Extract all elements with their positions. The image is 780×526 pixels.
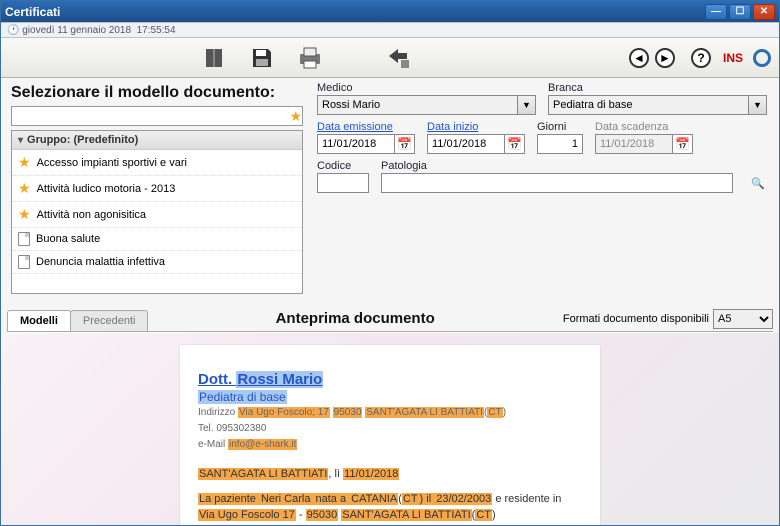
form-panel: Medico ▼ Branca ▼ <box>307 82 773 294</box>
status-ring-icon[interactable] <box>753 49 771 67</box>
toolbar: ◄ ► ? INS <box>1 38 779 78</box>
model-group-header[interactable]: Gruppo: (Predefinito) <box>12 131 302 150</box>
list-item-label: Attività ludico motoria - 2013 <box>37 183 176 195</box>
chevron-down-icon[interactable]: ▼ <box>518 95 536 115</box>
preview-area[interactable]: Dott. Rossi Mario Pediatra di base Indir… <box>1 333 779 525</box>
codice-label: Codice <box>317 160 369 172</box>
model-search[interactable]: ★ <box>11 106 303 126</box>
scadenza-label: Data scadenza <box>595 121 693 133</box>
book-icon[interactable] <box>201 45 227 71</box>
model-item[interactable]: Denuncia malattia infettiva <box>12 251 302 274</box>
codice-input[interactable] <box>317 173 369 193</box>
list-item-label: Buona salute <box>36 233 100 245</box>
status-bar: 🕐 giovedì 11 gennaio 2018 17:55:54 <box>1 22 779 38</box>
list-item-label: Attività non agonisitica <box>37 209 146 221</box>
model-item[interactable]: ★ Attività non agonisitica <box>12 202 302 228</box>
branca-input[interactable] <box>548 95 749 115</box>
tab-modelli[interactable]: Modelli <box>7 310 71 331</box>
document-icon <box>18 255 30 269</box>
model-list[interactable]: Gruppo: (Predefinito) ★ Accesso impianti … <box>11 130 303 294</box>
document-icon <box>18 232 30 246</box>
model-search-input[interactable] <box>12 110 289 122</box>
chevron-down-icon[interactable]: ▼ <box>749 95 767 115</box>
star-icon: ★ <box>18 180 31 197</box>
medico-label: Medico <box>317 82 536 94</box>
emissione-label[interactable]: Data emissione <box>317 121 415 133</box>
branca-combo[interactable]: ▼ <box>548 95 767 115</box>
medico-input[interactable] <box>317 95 518 115</box>
emissione-input[interactable] <box>317 134 395 154</box>
calendar-icon[interactable]: 📅 <box>395 134 415 154</box>
help-button[interactable]: ? <box>691 48 711 68</box>
medico-combo[interactable]: ▼ <box>317 95 536 115</box>
list-item-label: Denuncia malattia infettiva <box>36 256 165 268</box>
model-item[interactable]: ★ Accesso impianti sportivi e vari <box>12 150 302 176</box>
export-icon[interactable] <box>385 45 411 71</box>
window-title: Certificati <box>5 5 60 19</box>
minimize-button[interactable]: — <box>705 4 727 20</box>
insert-mode-indicator: INS <box>723 51 743 65</box>
search-icon[interactable]: 🔍 <box>749 174 767 192</box>
inizio-label[interactable]: Data inizio <box>427 121 525 133</box>
model-item[interactable]: ★ Attività ludico motoria - 2013 <box>12 176 302 202</box>
giorni-input[interactable] <box>537 134 583 154</box>
patologia-label: Patologia <box>381 160 733 172</box>
star-icon: ★ <box>18 206 31 223</box>
star-icon[interactable]: ★ <box>289 108 302 125</box>
title-bar: Certificati — ☐ ✕ <box>1 1 779 22</box>
maximize-button[interactable]: ☐ <box>729 4 751 20</box>
nav-forward-button[interactable]: ► <box>655 48 675 68</box>
nav-back-button[interactable]: ◄ <box>629 48 649 68</box>
preview-title: Anteprima documento <box>147 310 562 327</box>
status-time: 17:55:54 <box>137 25 176 36</box>
calendar-icon[interactable]: 📅 <box>505 134 525 154</box>
scadenza-input <box>595 134 673 154</box>
close-button[interactable]: ✕ <box>753 4 775 20</box>
list-item-label: Accesso impianti sportivi e vari <box>37 157 187 169</box>
save-icon[interactable] <box>249 45 275 71</box>
model-item[interactable]: Buona salute <box>12 228 302 251</box>
calendar-icon[interactable]: 📅 <box>673 134 693 154</box>
star-icon: ★ <box>18 154 31 171</box>
document-page: Dott. Rossi Mario Pediatra di base Indir… <box>180 345 600 525</box>
format-label: Formati documento disponibili <box>563 313 709 325</box>
giorni-label: Giorni <box>537 121 583 133</box>
model-heading: Selezionare il modello documento: <box>7 82 307 106</box>
tab-precedenti[interactable]: Precedenti <box>70 310 149 331</box>
branca-label: Branca <box>548 82 767 94</box>
patologia-input[interactable] <box>381 173 733 193</box>
format-select[interactable]: A5 <box>713 309 773 329</box>
status-date: giovedì 11 gennaio 2018 <box>22 25 131 36</box>
print-icon[interactable] <box>297 45 323 71</box>
inizio-input[interactable] <box>427 134 505 154</box>
